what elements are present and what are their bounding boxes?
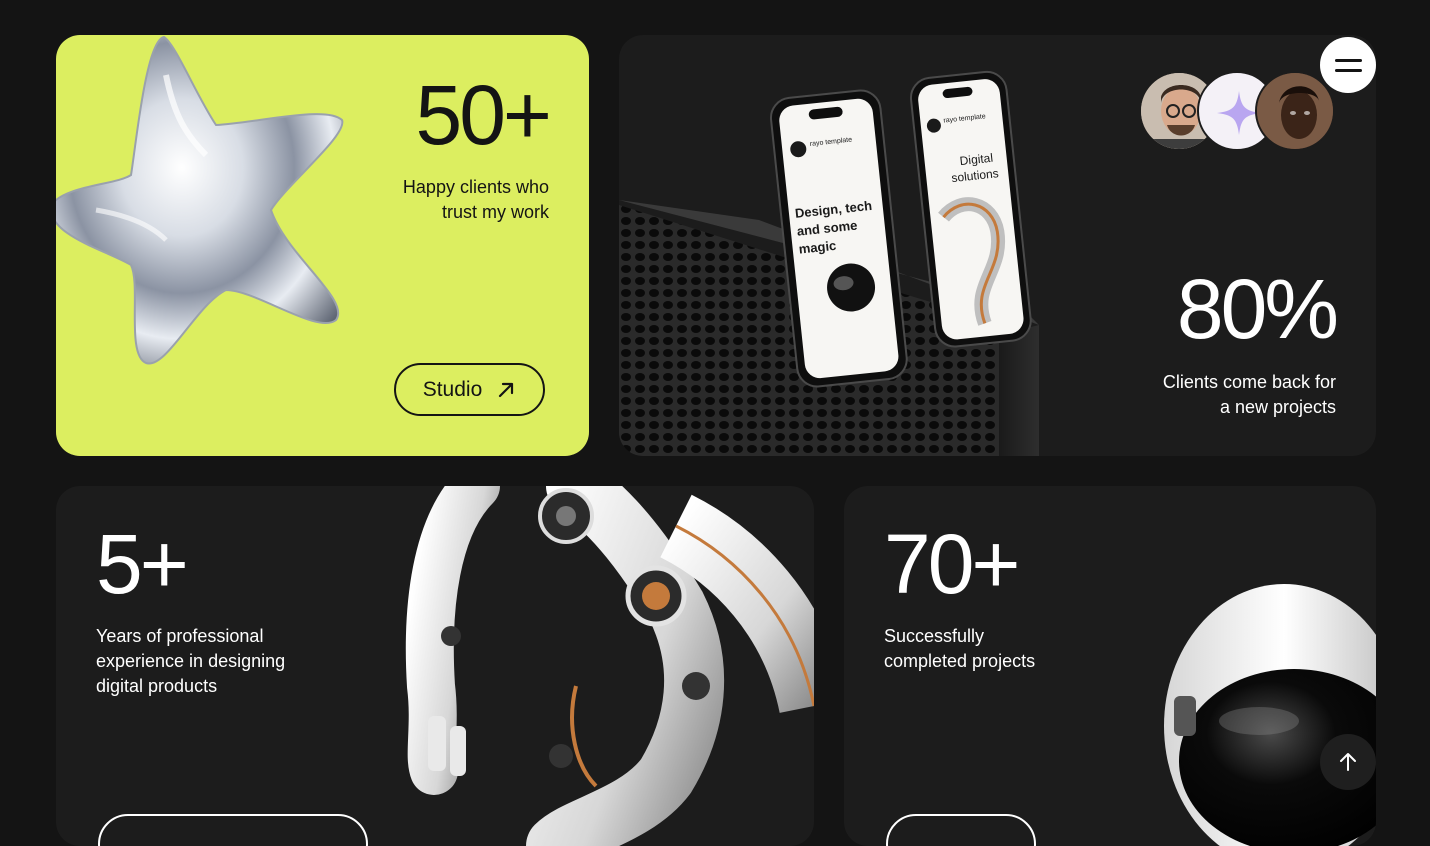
stat-description-line: a new projects (1219, 397, 1336, 417)
stat-card-returning-clients: rayo template Design, tech and some magi… (619, 35, 1376, 456)
phones-mockup-image: rayo template Design, tech and some magi… (619, 70, 1039, 456)
chrome-star-image (56, 35, 344, 365)
client-avatar (1255, 71, 1335, 151)
arrow-up-icon (1340, 753, 1356, 771)
stat-card-happy-clients: 50+ Happy clients who trust my work Stud… (56, 35, 589, 456)
studio-button[interactable]: Studio (394, 363, 545, 416)
card-link-button[interactable] (886, 814, 1036, 846)
stat-description-line: experience in designing (96, 651, 286, 671)
stat-card-years-experience: 5+ Years of professional experience in d… (56, 486, 814, 846)
stat-card-completed-projects: 70+ Successfully completed projects (844, 486, 1376, 846)
hamburger-menu-icon[interactable] (1320, 37, 1376, 93)
studio-button-label: Studio (422, 377, 483, 401)
menu-line (1334, 68, 1362, 72)
stat-description-line: trust my work (441, 202, 549, 222)
card-link-button[interactable] (98, 814, 368, 846)
stat-description-line: digital products (96, 676, 218, 696)
scroll-to-top-button[interactable] (1320, 734, 1376, 790)
woman-portrait (1257, 73, 1333, 149)
stat-description: Clients come back for a new projects (1096, 370, 1336, 420)
stat-number: 5+ (96, 517, 189, 611)
stat-number: 80% (1176, 262, 1339, 356)
stat-description-line: completed projects (884, 651, 1036, 671)
stat-number: 50+ (415, 68, 552, 162)
stat-description-line: Successfully (884, 626, 985, 646)
arrow-up-right-icon (499, 382, 514, 397)
stat-description: Years of professional experience in desi… (96, 624, 336, 699)
stat-description: Successfully completed projects (884, 624, 1084, 674)
stat-description-line: Clients come back for (1162, 372, 1336, 392)
stat-description: Happy clients who trust my work (329, 175, 549, 225)
stat-description-line: Happy clients who (402, 177, 549, 197)
stat-description-line: Years of professional (96, 626, 264, 646)
menu-line (1334, 58, 1362, 62)
stat-number: 70+ (884, 517, 1020, 611)
